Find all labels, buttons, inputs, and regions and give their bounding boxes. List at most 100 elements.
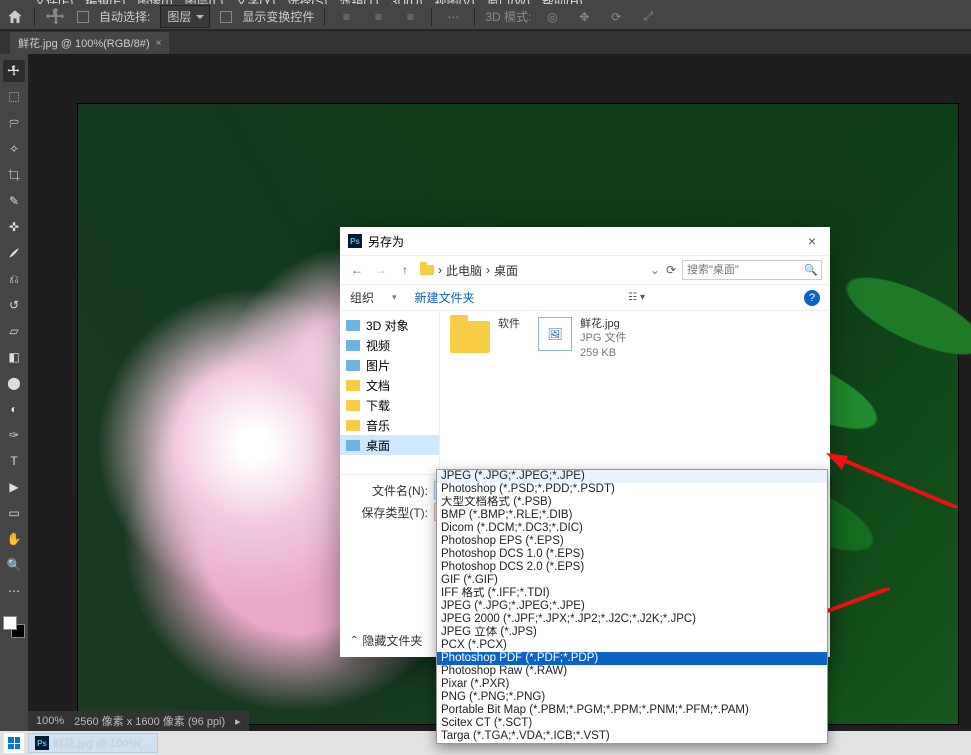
filetype-option[interactable]: Photoshop PDF (*.PDF;*.PDP) bbox=[437, 652, 827, 665]
dialog-close-button[interactable]: × bbox=[802, 233, 822, 249]
blur-tool[interactable]: ⬤ bbox=[3, 372, 25, 394]
menu-item[interactable]: 帮助(H) bbox=[536, 0, 589, 4]
filetype-option[interactable]: Portable Bit Map (*.PBM;*.PGM;*.PPM;*.PN… bbox=[437, 704, 827, 717]
nav-forward-icon[interactable]: → bbox=[372, 263, 390, 277]
menu-item[interactable]: 文字(Y) bbox=[229, 0, 281, 4]
eraser-tool[interactable]: ▱ bbox=[3, 320, 25, 342]
zoom-tool[interactable]: 🔍 bbox=[3, 554, 25, 576]
sidebar-item[interactable]: 图片 bbox=[340, 355, 439, 375]
close-tab-icon[interactable]: × bbox=[156, 38, 162, 49]
folder-icon bbox=[346, 400, 360, 411]
sidebar-item[interactable]: 音乐 bbox=[340, 415, 439, 435]
nav-up-icon[interactable]: ↑ bbox=[396, 263, 414, 277]
breadcrumb[interactable]: › 此电脑 › 桌面 bbox=[420, 262, 644, 279]
filetype-option[interactable]: Photoshop Raw (*.RAW) bbox=[437, 665, 827, 678]
crumb-1[interactable]: 桌面 bbox=[494, 262, 518, 279]
photoshop-icon: Ps bbox=[348, 234, 362, 248]
gradient-tool[interactable]: ◧ bbox=[3, 346, 25, 368]
show-transform-checkbox[interactable] bbox=[220, 11, 232, 23]
filetype-dropdown-list[interactable]: JPEG (*.JPG;*.JPEG;*.JPE)Photoshop (*.PS… bbox=[436, 469, 828, 744]
breadcrumb-chevron-icon[interactable]: ⌄ bbox=[650, 263, 660, 277]
align-center-icon[interactable]: ≡ bbox=[367, 7, 389, 27]
sidebar-item[interactable]: 桌面 bbox=[340, 435, 439, 455]
help-icon[interactable]: ? bbox=[804, 290, 820, 306]
filetype-option[interactable]: Photoshop EPS (*.EPS) bbox=[437, 535, 827, 548]
menu-item[interactable]: 选择(S) bbox=[281, 0, 333, 4]
dialog-titlebar: Ps 另存为 × bbox=[340, 227, 830, 255]
lasso-tool[interactable] bbox=[3, 112, 25, 134]
windows-start-icon[interactable] bbox=[4, 733, 24, 753]
search-input[interactable] bbox=[682, 260, 822, 280]
filetype-option[interactable]: JPEG 立体 (*.JPS) bbox=[437, 626, 827, 639]
menu-item[interactable]: 窗口(W) bbox=[481, 0, 536, 4]
filetype-option[interactable]: 大型文档格式 (*.PSB) bbox=[437, 496, 827, 509]
auto-select-checkbox[interactable] bbox=[77, 11, 89, 23]
filetype-option[interactable]: Targa (*.TGA;*.VDA;*.ICB;*.VST) bbox=[437, 730, 827, 743]
hide-folders-toggle[interactable]: ⌃ 隐藏文件夹 bbox=[350, 632, 422, 649]
info-chevron-icon[interactable]: ▸ bbox=[235, 715, 241, 728]
sidebar-item[interactable]: 文档 bbox=[340, 375, 439, 395]
clone-stamp-tool[interactable]: ⎌ bbox=[3, 268, 25, 290]
spot-healing-tool[interactable]: ✜ bbox=[3, 216, 25, 238]
file-item-folder[interactable]: 软件 bbox=[450, 317, 520, 373]
align-right-icon[interactable]: ≡ bbox=[399, 7, 421, 27]
rectangle-tool[interactable]: ▭ bbox=[3, 502, 25, 524]
pen-tool[interactable]: ✑ bbox=[3, 424, 25, 446]
distribute-icon[interactable]: ⋯ bbox=[442, 7, 464, 27]
refresh-icon[interactable]: ⟳ bbox=[666, 263, 676, 277]
color-swatches[interactable] bbox=[3, 616, 25, 638]
rectangular-marquee-tool[interactable] bbox=[3, 86, 25, 108]
zoom-level[interactable]: 100% bbox=[36, 715, 64, 727]
dodge-tool[interactable]: ◐ bbox=[3, 398, 25, 420]
filetype-option[interactable]: Dicom (*.DCM;*.DC3;*.DIC) bbox=[437, 522, 827, 535]
menu-item[interactable]: 滤镜(T) bbox=[333, 0, 384, 4]
edit-toolbar-icon[interactable]: ⋯ bbox=[3, 580, 25, 602]
taskbar-app-button[interactable]: Ps 鲜花.jpg @ 100%(... bbox=[28, 733, 158, 753]
tool-panel: ✧ ✎ ✜ ⎌ ↺ ▱ ◧ ⬤ ◐ ✑ T ▶ ▭ ✋ 🔍 ⋯ bbox=[0, 54, 28, 731]
filetype-option[interactable]: Scitex CT (*.SCT) bbox=[437, 717, 827, 730]
filetype-option[interactable]: JPEG 2000 (*.JPF;*.JPX;*.JP2;*.J2C;*.J2K… bbox=[437, 613, 827, 626]
filetype-option[interactable]: Pixar (*.PXR) bbox=[437, 678, 827, 691]
home-icon[interactable] bbox=[6, 8, 24, 26]
filetype-option[interactable]: IFF 格式 (*.IFF;*.TDI) bbox=[437, 587, 827, 600]
sidebar-item[interactable]: 3D 对象 bbox=[340, 315, 439, 335]
organize-button[interactable]: 组织 bbox=[350, 289, 374, 306]
filetype-option[interactable]: Photoshop DCS 2.0 (*.EPS) bbox=[437, 561, 827, 574]
sidebar-item[interactable]: 下载 bbox=[340, 395, 439, 415]
menu-item[interactable]: 文件(F) bbox=[28, 0, 79, 4]
filetype-option[interactable]: BMP (*.BMP;*.RLE;*.DIB) bbox=[437, 509, 827, 522]
eyedropper-tool[interactable]: ✎ bbox=[3, 190, 25, 212]
sidebar-item-label: 音乐 bbox=[366, 417, 390, 434]
new-folder-button[interactable]: 新建文件夹 bbox=[415, 289, 475, 306]
menu-item[interactable]: 视图(V) bbox=[429, 0, 481, 4]
filetype-option[interactable]: PNG (*.PNG;*.PNG) bbox=[437, 691, 827, 704]
magic-wand-tool[interactable]: ✧ bbox=[3, 138, 25, 160]
document-tab-label: 鲜花.jpg @ 100%(RGB/8#) bbox=[18, 35, 150, 51]
menu-item[interactable]: 3D(D) bbox=[385, 0, 429, 4]
filetype-option[interactable]: Photoshop (*.PSD;*.PDD;*.PSDT) bbox=[437, 483, 827, 496]
hand-tool[interactable]: ✋ bbox=[3, 528, 25, 550]
filetype-option[interactable]: JPEG (*.JPG;*.JPEG;*.JPE) bbox=[437, 470, 827, 483]
path-selection-tool[interactable]: ▶ bbox=[3, 476, 25, 498]
menu-item[interactable]: 图层(L) bbox=[179, 0, 230, 4]
filetype-option[interactable]: GIF (*.GIF) bbox=[437, 574, 827, 587]
document-tab[interactable]: 鲜花.jpg @ 100%(RGB/8#) × bbox=[10, 32, 169, 54]
sidebar-item[interactable]: 视频 bbox=[340, 335, 439, 355]
view-options-icon[interactable]: ☷ ▾ bbox=[628, 292, 650, 303]
filetype-option[interactable]: JPEG (*.JPG;*.JPEG;*.JPE) bbox=[437, 600, 827, 613]
menu-item[interactable]: 编辑(E) bbox=[79, 0, 131, 4]
move-tool[interactable] bbox=[3, 60, 25, 82]
align-left-icon[interactable]: ≡ bbox=[335, 7, 357, 27]
crumb-0[interactable]: 此电脑 bbox=[446, 262, 482, 279]
filetype-option[interactable]: PCX (*.PCX) bbox=[437, 639, 827, 652]
crop-tool[interactable] bbox=[3, 164, 25, 186]
type-tool[interactable]: T bbox=[3, 450, 25, 472]
nav-back-icon[interactable]: ← bbox=[348, 263, 366, 277]
menu-item[interactable]: 图像(I) bbox=[131, 0, 178, 4]
filetype-option[interactable]: Photoshop DCS 1.0 (*.EPS) bbox=[437, 548, 827, 561]
history-brush-tool[interactable]: ↺ bbox=[3, 294, 25, 316]
file-item-image[interactable]: 🖼 鲜花.jpg JPG 文件 259 KB bbox=[538, 317, 626, 373]
brush-tool[interactable] bbox=[3, 242, 25, 264]
dialog-file-list[interactable]: 软件 🖼 鲜花.jpg JPG 文件 259 KB bbox=[440, 311, 830, 474]
auto-select-target-dropdown[interactable]: 图层 bbox=[160, 5, 210, 28]
